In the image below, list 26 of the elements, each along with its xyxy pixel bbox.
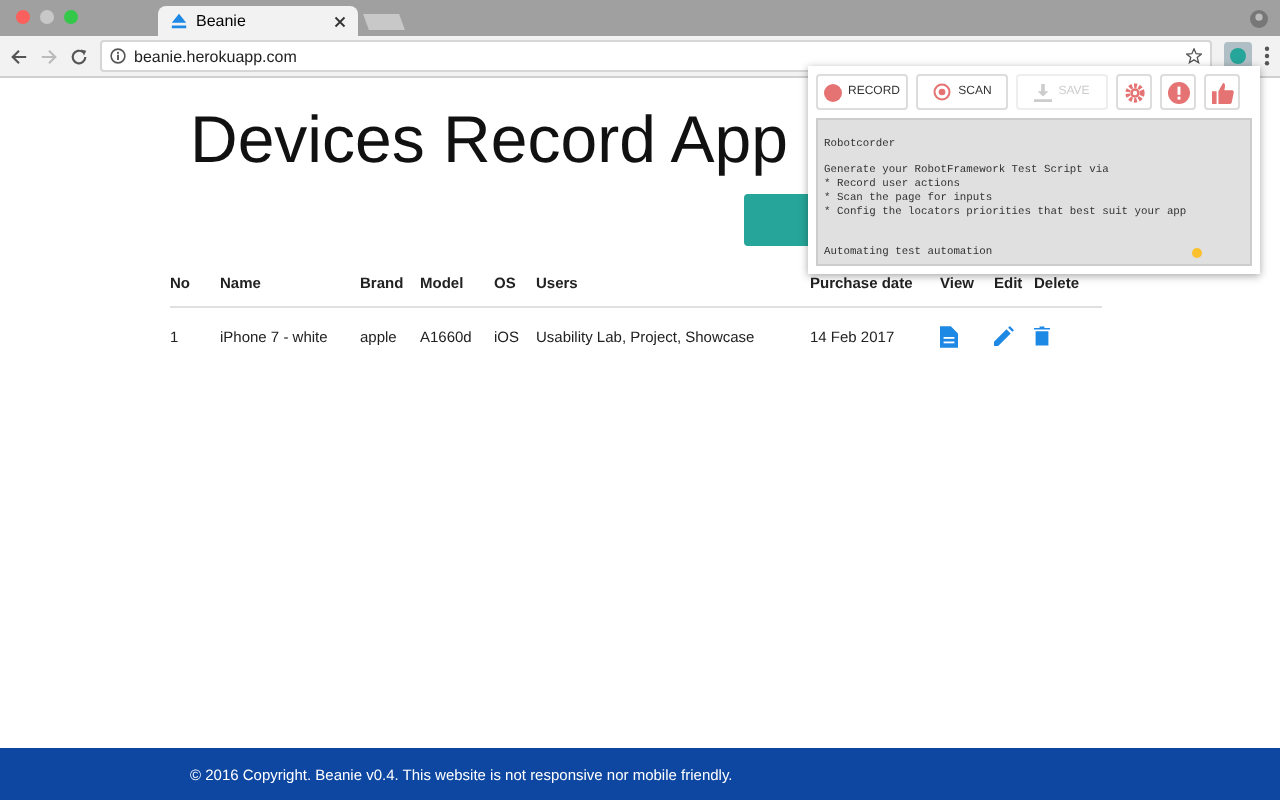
profile-icon[interactable] (1250, 10, 1268, 28)
page-title: Devices Record App (190, 102, 788, 178)
pencil-icon[interactable] (994, 326, 1014, 346)
close-icon[interactable] (334, 15, 346, 27)
window-minimize-light[interactable] (40, 10, 54, 24)
settings-button[interactable] (1116, 74, 1152, 110)
like-button[interactable] (1204, 74, 1240, 110)
document-icon[interactable] (940, 325, 958, 347)
address-bar[interactable]: beanie.herokuapp.com (100, 40, 1212, 72)
target-icon (932, 82, 953, 102)
new-tab-button[interactable] (363, 14, 405, 30)
thumbs-up-icon (1211, 81, 1233, 103)
browser-tab[interactable]: Beanie (158, 6, 358, 36)
bookmark-star-icon[interactable] (1186, 48, 1202, 64)
menu-icon[interactable] (1264, 46, 1270, 66)
info-icon (110, 48, 126, 64)
forward-icon[interactable] (40, 47, 58, 65)
settings-icon (1123, 81, 1145, 103)
record-icon (823, 83, 842, 101)
download-icon (1034, 83, 1053, 101)
alert-button[interactable] (1160, 74, 1196, 110)
reload-icon[interactable] (70, 47, 88, 65)
trash-icon[interactable] (1034, 326, 1050, 346)
eject-icon (170, 12, 188, 30)
alert-icon (1167, 81, 1189, 103)
back-icon[interactable] (10, 47, 28, 65)
